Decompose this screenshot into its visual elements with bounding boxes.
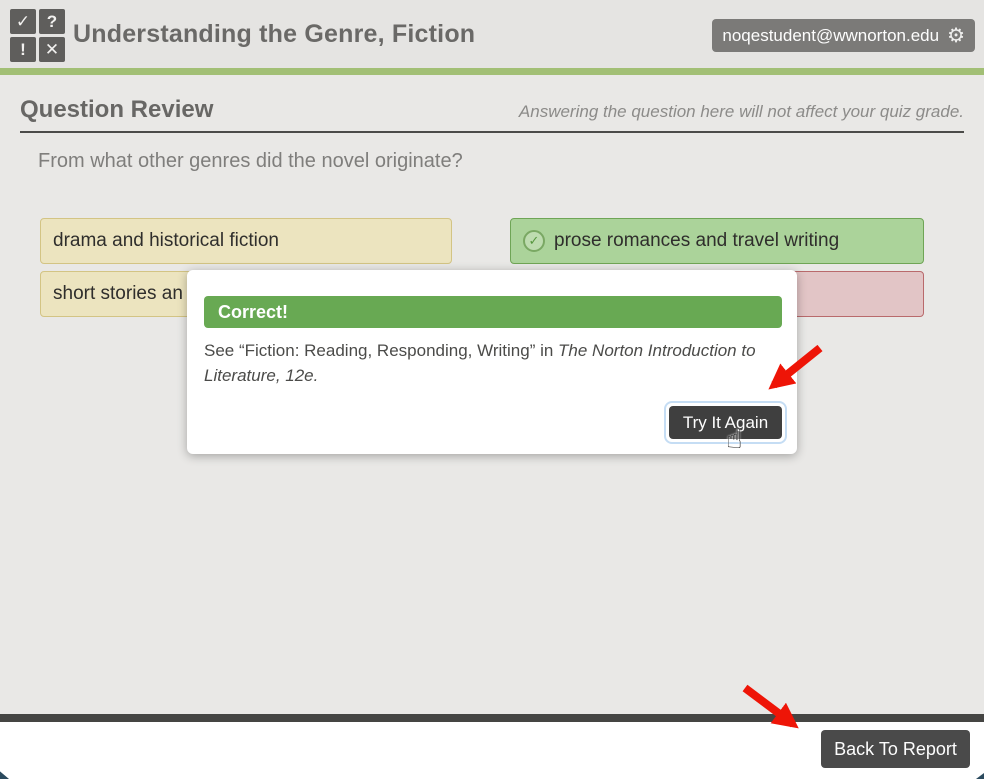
account-menu[interactable]: noqestudent@wwnorton.edu ⚙ (712, 19, 975, 52)
gear-icon[interactable]: ⚙ (947, 26, 965, 46)
citation-suffix: . (313, 366, 319, 385)
hand-cursor-icon: ☝ (726, 424, 743, 454)
correct-status-banner: Correct! (204, 296, 782, 328)
section-divider (20, 131, 964, 133)
back-to-report-button[interactable]: Back To Report (821, 730, 970, 768)
logo-exclaim-icon: ! (10, 37, 36, 62)
feedback-modal: Correct! See “Fiction: Reading, Respondi… (187, 270, 797, 454)
feedback-citation-text: See “Fiction: Reading, Responding, Writi… (204, 338, 760, 388)
correct-check-icon: ✓ (523, 230, 545, 252)
correct-status-label: Correct! (218, 301, 289, 322)
answer-option-label: prose romances and travel writing (554, 230, 840, 251)
question-text: From what other genres did the novel ori… (38, 150, 463, 172)
page-title: Understanding the Genre, Fiction (73, 19, 476, 48)
app-header: ✓ ? ! ✕ Understanding the Genre, Fiction… (0, 0, 984, 68)
section-title: Question Review (20, 96, 214, 123)
grade-note: Answering the question here will not aff… (518, 102, 964, 121)
logo-question-icon: ? (39, 9, 65, 34)
quiz-review-screen: ✓ ? ! ✕ Understanding the Genre, Fiction… (0, 0, 984, 779)
logo-check-icon: ✓ (10, 9, 36, 34)
answer-option-drama[interactable]: drama and historical fiction (40, 218, 452, 264)
answer-option-prose-romances[interactable]: ✓ prose romances and travel writing (510, 218, 924, 264)
footer-divider-bar (0, 714, 984, 722)
review-header: Question Review Answering the question h… (20, 96, 964, 124)
logo-cross-icon: ✕ (39, 37, 65, 62)
account-email: noqestudent@wwnorton.edu (722, 25, 940, 45)
app-logo: ✓ ? ! ✕ (10, 9, 65, 62)
citation-prefix: See “Fiction: Reading, Responding, Writi… (204, 341, 559, 360)
brand-divider (0, 68, 984, 75)
answer-option-label: drama and historical fiction (53, 230, 279, 251)
answer-option-label: short stories an (53, 283, 183, 304)
